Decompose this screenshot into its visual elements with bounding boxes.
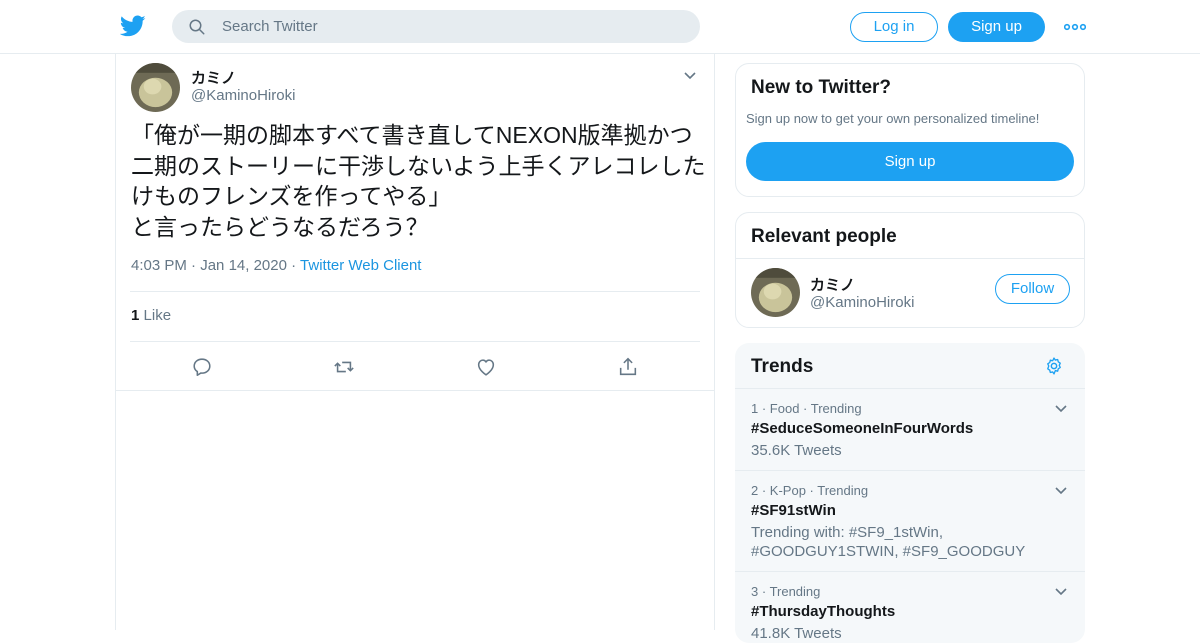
sidebar-signup-button[interactable]: Sign up: [746, 142, 1074, 181]
trend-item[interactable]: 3 · Trending #ThursdayThoughts 41.8K Twe…: [735, 571, 1085, 643]
reply-icon[interactable]: [191, 356, 213, 378]
chevron-down-icon[interactable]: [682, 69, 698, 83]
retweet-icon[interactable]: [333, 356, 355, 378]
meta-separator: ·: [291, 257, 301, 274]
tweet-text: 「俺が一期の脚本すべて書き直してNEXON版準拠かつ二期のストーリーに干渉しない…: [131, 122, 706, 240]
share-icon[interactable]: [617, 356, 639, 378]
main-column: カミノ @KaminoHiroki 「俺が一期の脚本すべて書き直してNEXON版…: [115, 54, 715, 630]
display-name[interactable]: カミノ: [191, 67, 236, 88]
like-count-label: Like: [143, 307, 172, 324]
trend-item[interactable]: 2 · K-Pop · Trending #SF91stWin Trending…: [735, 470, 1085, 571]
meta-separator: ·: [758, 584, 770, 599]
chevron-down-icon[interactable]: [1054, 586, 1068, 598]
trend-meta: 3 · Trending: [751, 584, 820, 599]
divider: [736, 258, 1084, 259]
tweet-meta: 4:03 PM · Jan 14, 2020 · Twitter Web Cli…: [131, 257, 421, 274]
trend-name[interactable]: #SeduceSomeoneInFourWords: [751, 420, 973, 437]
like-count-value: 1: [131, 307, 140, 324]
trend-category: K-Pop: [769, 483, 806, 498]
new-to-twitter-card: New to Twitter? Sign up now to get your …: [735, 63, 1085, 197]
avatar[interactable]: [751, 268, 800, 317]
card-description: Sign up now to get your own personalized…: [746, 111, 1040, 126]
trend-status: Trending: [810, 401, 862, 416]
meta-separator: ·: [758, 401, 770, 416]
trend-detail: 41.8K Tweets: [751, 625, 842, 642]
search-bar[interactable]: [172, 10, 700, 43]
avatar[interactable]: [131, 63, 180, 112]
search-input[interactable]: [222, 10, 682, 43]
tweet-date[interactable]: Jan 14, 2020: [200, 257, 287, 274]
trend-detail: 35.6K Tweets: [751, 442, 842, 459]
trend-meta: 1 · Food · Trending: [751, 401, 862, 416]
trend-name[interactable]: #ThursdayThoughts: [751, 603, 895, 620]
trends-card: Trends 1 · Food · Trending #SeduceSomeon…: [735, 343, 1085, 643]
chevron-down-icon[interactable]: [1054, 485, 1068, 497]
like-icon[interactable]: [475, 356, 497, 378]
trend-name[interactable]: #SF91stWin: [751, 502, 836, 519]
tweet-time[interactable]: 4:03 PM: [131, 257, 187, 274]
tweet: カミノ @KaminoHiroki 「俺が一期の脚本すべて書き直してNEXON版…: [116, 54, 714, 391]
top-header: Log in Sign up: [0, 0, 1200, 54]
twitter-bird-icon[interactable]: [120, 13, 146, 39]
signup-button[interactable]: Sign up: [948, 12, 1045, 42]
trend-status: Trending: [817, 483, 869, 498]
meta-separator: ·: [805, 483, 818, 498]
meta-separator: ·: [191, 257, 201, 274]
gear-icon[interactable]: [1044, 356, 1064, 376]
chevron-down-icon[interactable]: [1054, 403, 1068, 415]
trend-detail: Trending with: #SF9_1stWin, #GOODGUY1STW…: [751, 524, 1026, 560]
login-button[interactable]: Log in: [850, 12, 938, 42]
tweet-client-link[interactable]: Twitter Web Client: [300, 257, 421, 274]
more-options-icon[interactable]: [1064, 18, 1086, 36]
trend-meta: 2 · K-Pop · Trending: [751, 483, 868, 498]
meta-separator: ·: [758, 483, 770, 498]
follow-button[interactable]: Follow: [995, 274, 1070, 304]
divider: [130, 291, 700, 292]
meta-separator: ·: [799, 401, 811, 416]
like-count[interactable]: 1 Like: [131, 307, 171, 324]
relevant-people-card: Relevant people カミノ @KaminoHiroki Follow: [735, 212, 1085, 328]
card-title: Relevant people: [751, 226, 897, 247]
avatar-image: [131, 63, 180, 112]
user-handle[interactable]: @KaminoHiroki: [810, 294, 914, 311]
display-name[interactable]: カミノ: [810, 274, 855, 295]
trend-category: Food: [769, 401, 800, 416]
avatar-image: [751, 268, 800, 317]
divider: [130, 341, 700, 342]
search-icon: [189, 19, 205, 35]
trend-status: Trending: [769, 584, 821, 599]
card-title: Trends: [751, 356, 814, 377]
trend-item[interactable]: 1 · Food · Trending #SeduceSomeoneInFour…: [735, 388, 1085, 470]
user-handle[interactable]: @KaminoHiroki: [191, 87, 295, 104]
card-title: New to Twitter?: [751, 77, 892, 98]
